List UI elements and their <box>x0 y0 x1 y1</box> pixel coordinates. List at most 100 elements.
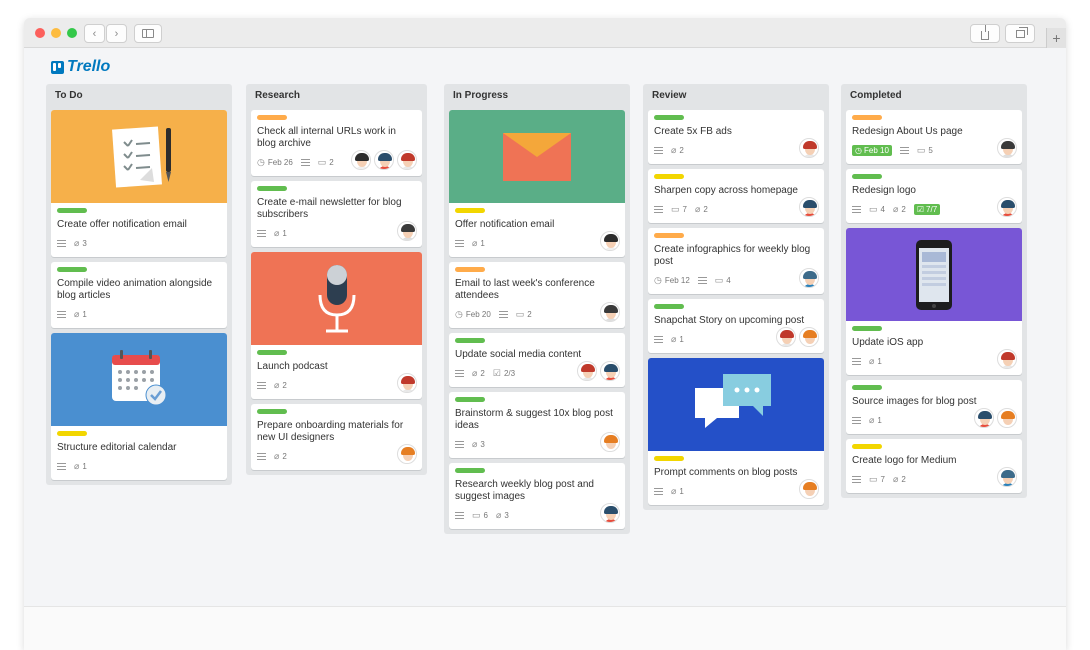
card-label[interactable] <box>654 304 684 309</box>
trello-logo[interactable]: Trello <box>51 58 110 76</box>
card[interactable]: Check all internal URLs work in blog arc… <box>251 110 422 176</box>
comment-count: 2 <box>329 157 334 167</box>
sidebar-toggle-button[interactable] <box>134 24 162 43</box>
member-avatar[interactable] <box>776 327 796 347</box>
card-label[interactable] <box>852 115 882 120</box>
member-avatar[interactable] <box>600 302 620 322</box>
description-badge <box>654 335 663 343</box>
card[interactable]: Prompt comments on blog posts ⌀ 1 <box>648 358 824 505</box>
card-label[interactable] <box>455 397 485 402</box>
card-label[interactable] <box>57 431 87 436</box>
maximize-window-button[interactable] <box>67 28 77 38</box>
comment-icon: ▭ <box>317 156 327 167</box>
back-button[interactable]: ‹ <box>84 24 105 43</box>
card-label[interactable] <box>57 208 87 213</box>
card-title: Research weekly blog post and suggest im… <box>455 479 594 502</box>
member-avatar[interactable] <box>577 361 597 381</box>
card[interactable]: Research weekly blog post and suggest im… <box>449 463 625 529</box>
card[interactable]: Update social media content ⌀ 2 ☑ 2/3 <box>449 333 625 387</box>
card[interactable]: Snapchat Story on upcoming post ⌀ 1 <box>648 299 824 353</box>
card-label[interactable] <box>654 456 684 461</box>
card[interactable]: Prepare onboarding materials for new UI … <box>251 404 422 470</box>
member-avatar[interactable] <box>799 479 819 499</box>
member-avatar[interactable] <box>351 150 371 170</box>
comment-count: 5 <box>928 145 933 155</box>
card-label[interactable] <box>654 174 684 179</box>
card[interactable]: Sharpen copy across homepage ▭ 7 ⌀ 2 <box>648 169 824 223</box>
card-body: Create infographics for weekly blog post… <box>648 228 824 294</box>
card[interactable]: Redesign About Us page ◷ Feb 10 ▭ 5 <box>846 110 1022 164</box>
card-label[interactable] <box>852 326 882 331</box>
new-tab-button[interactable]: + <box>1046 28 1066 48</box>
card-label[interactable] <box>455 267 485 272</box>
card-label[interactable] <box>455 468 485 473</box>
member-avatar[interactable] <box>997 408 1017 428</box>
member-avatar[interactable] <box>799 268 819 288</box>
description-icon <box>257 452 266 460</box>
member-avatar[interactable] <box>974 408 994 428</box>
member-avatar[interactable] <box>799 138 819 158</box>
comment-count: 4 <box>880 204 885 214</box>
minimize-window-button[interactable] <box>51 28 61 38</box>
description-icon <box>57 310 66 318</box>
card[interactable]: Email to last week's conference attendee… <box>449 262 625 328</box>
member-avatar[interactable] <box>600 432 620 452</box>
card-label[interactable] <box>852 444 882 449</box>
card-label[interactable] <box>455 338 485 343</box>
card[interactable]: Update iOS app ⌀ 1 <box>846 228 1022 375</box>
card[interactable]: Create e-mail newsletter for blog subscr… <box>251 181 422 247</box>
forward-button[interactable]: › <box>106 24 127 43</box>
list-title[interactable]: In Progress <box>449 87 625 105</box>
card-label[interactable] <box>455 208 485 213</box>
member-avatar[interactable] <box>397 150 417 170</box>
card-members <box>974 408 1017 428</box>
card-label[interactable] <box>257 350 287 355</box>
card[interactable]: Offer notification email ⌀ 1 <box>449 110 625 257</box>
list-title[interactable]: Completed <box>846 87 1022 105</box>
card[interactable]: Compile video animation alongside blog a… <box>51 262 227 328</box>
member-avatar[interactable] <box>997 138 1017 158</box>
card[interactable]: Create infographics for weekly blog post… <box>648 228 824 294</box>
member-avatar[interactable] <box>397 373 417 393</box>
card-label[interactable] <box>257 186 287 191</box>
card-body: Brainstorm & suggest 10x blog post ideas… <box>449 392 625 458</box>
list-title[interactable]: Research <box>251 87 422 105</box>
member-avatar[interactable] <box>397 221 417 241</box>
card[interactable]: Create logo for Medium ▭ 7 ⌀ 2 <box>846 439 1022 493</box>
member-avatar[interactable] <box>997 197 1017 217</box>
card-members <box>776 327 819 347</box>
card-label[interactable] <box>654 233 684 238</box>
card-label[interactable] <box>654 115 684 120</box>
member-avatar[interactable] <box>600 361 620 381</box>
close-window-button[interactable] <box>35 28 45 38</box>
list-title[interactable]: To Do <box>51 87 227 105</box>
card-label[interactable] <box>57 267 87 272</box>
member-avatar[interactable] <box>799 197 819 217</box>
card[interactable]: Create 5x FB ads ⌀ 2 <box>648 110 824 164</box>
member-avatar[interactable] <box>374 150 394 170</box>
paperclip-icon: ⌀ <box>472 237 478 248</box>
attachment-count: 2 <box>480 368 485 378</box>
card-label[interactable] <box>852 385 882 390</box>
member-avatar[interactable] <box>600 231 620 251</box>
card[interactable]: Brainstorm & suggest 10x blog post ideas… <box>449 392 625 458</box>
card[interactable]: Create offer notification email ⌀ 3 <box>51 110 227 257</box>
attachment-badge: ⌀ 1 <box>74 309 87 319</box>
card[interactable]: Launch podcast ⌀ 2 <box>251 252 422 399</box>
member-avatar[interactable] <box>799 327 819 347</box>
member-avatar[interactable] <box>600 503 620 523</box>
attachment-count: 1 <box>82 309 87 319</box>
member-avatar[interactable] <box>997 349 1017 369</box>
tabs-button[interactable] <box>1005 24 1035 43</box>
list-title[interactable]: Review <box>648 87 824 105</box>
card[interactable]: Source images for blog post ⌀ 1 <box>846 380 1022 434</box>
card-label[interactable] <box>852 174 882 179</box>
card[interactable]: Redesign logo ▭ 4 ⌀ 2 ☑ 7/7 <box>846 169 1022 223</box>
card[interactable]: Structure editorial calendar ⌀ 1 <box>51 333 227 480</box>
member-avatar[interactable] <box>397 444 417 464</box>
card-title: Create 5x FB ads <box>654 126 732 137</box>
card-label[interactable] <box>257 409 287 414</box>
share-button[interactable] <box>970 24 1000 43</box>
member-avatar[interactable] <box>997 467 1017 487</box>
card-label[interactable] <box>257 115 287 120</box>
